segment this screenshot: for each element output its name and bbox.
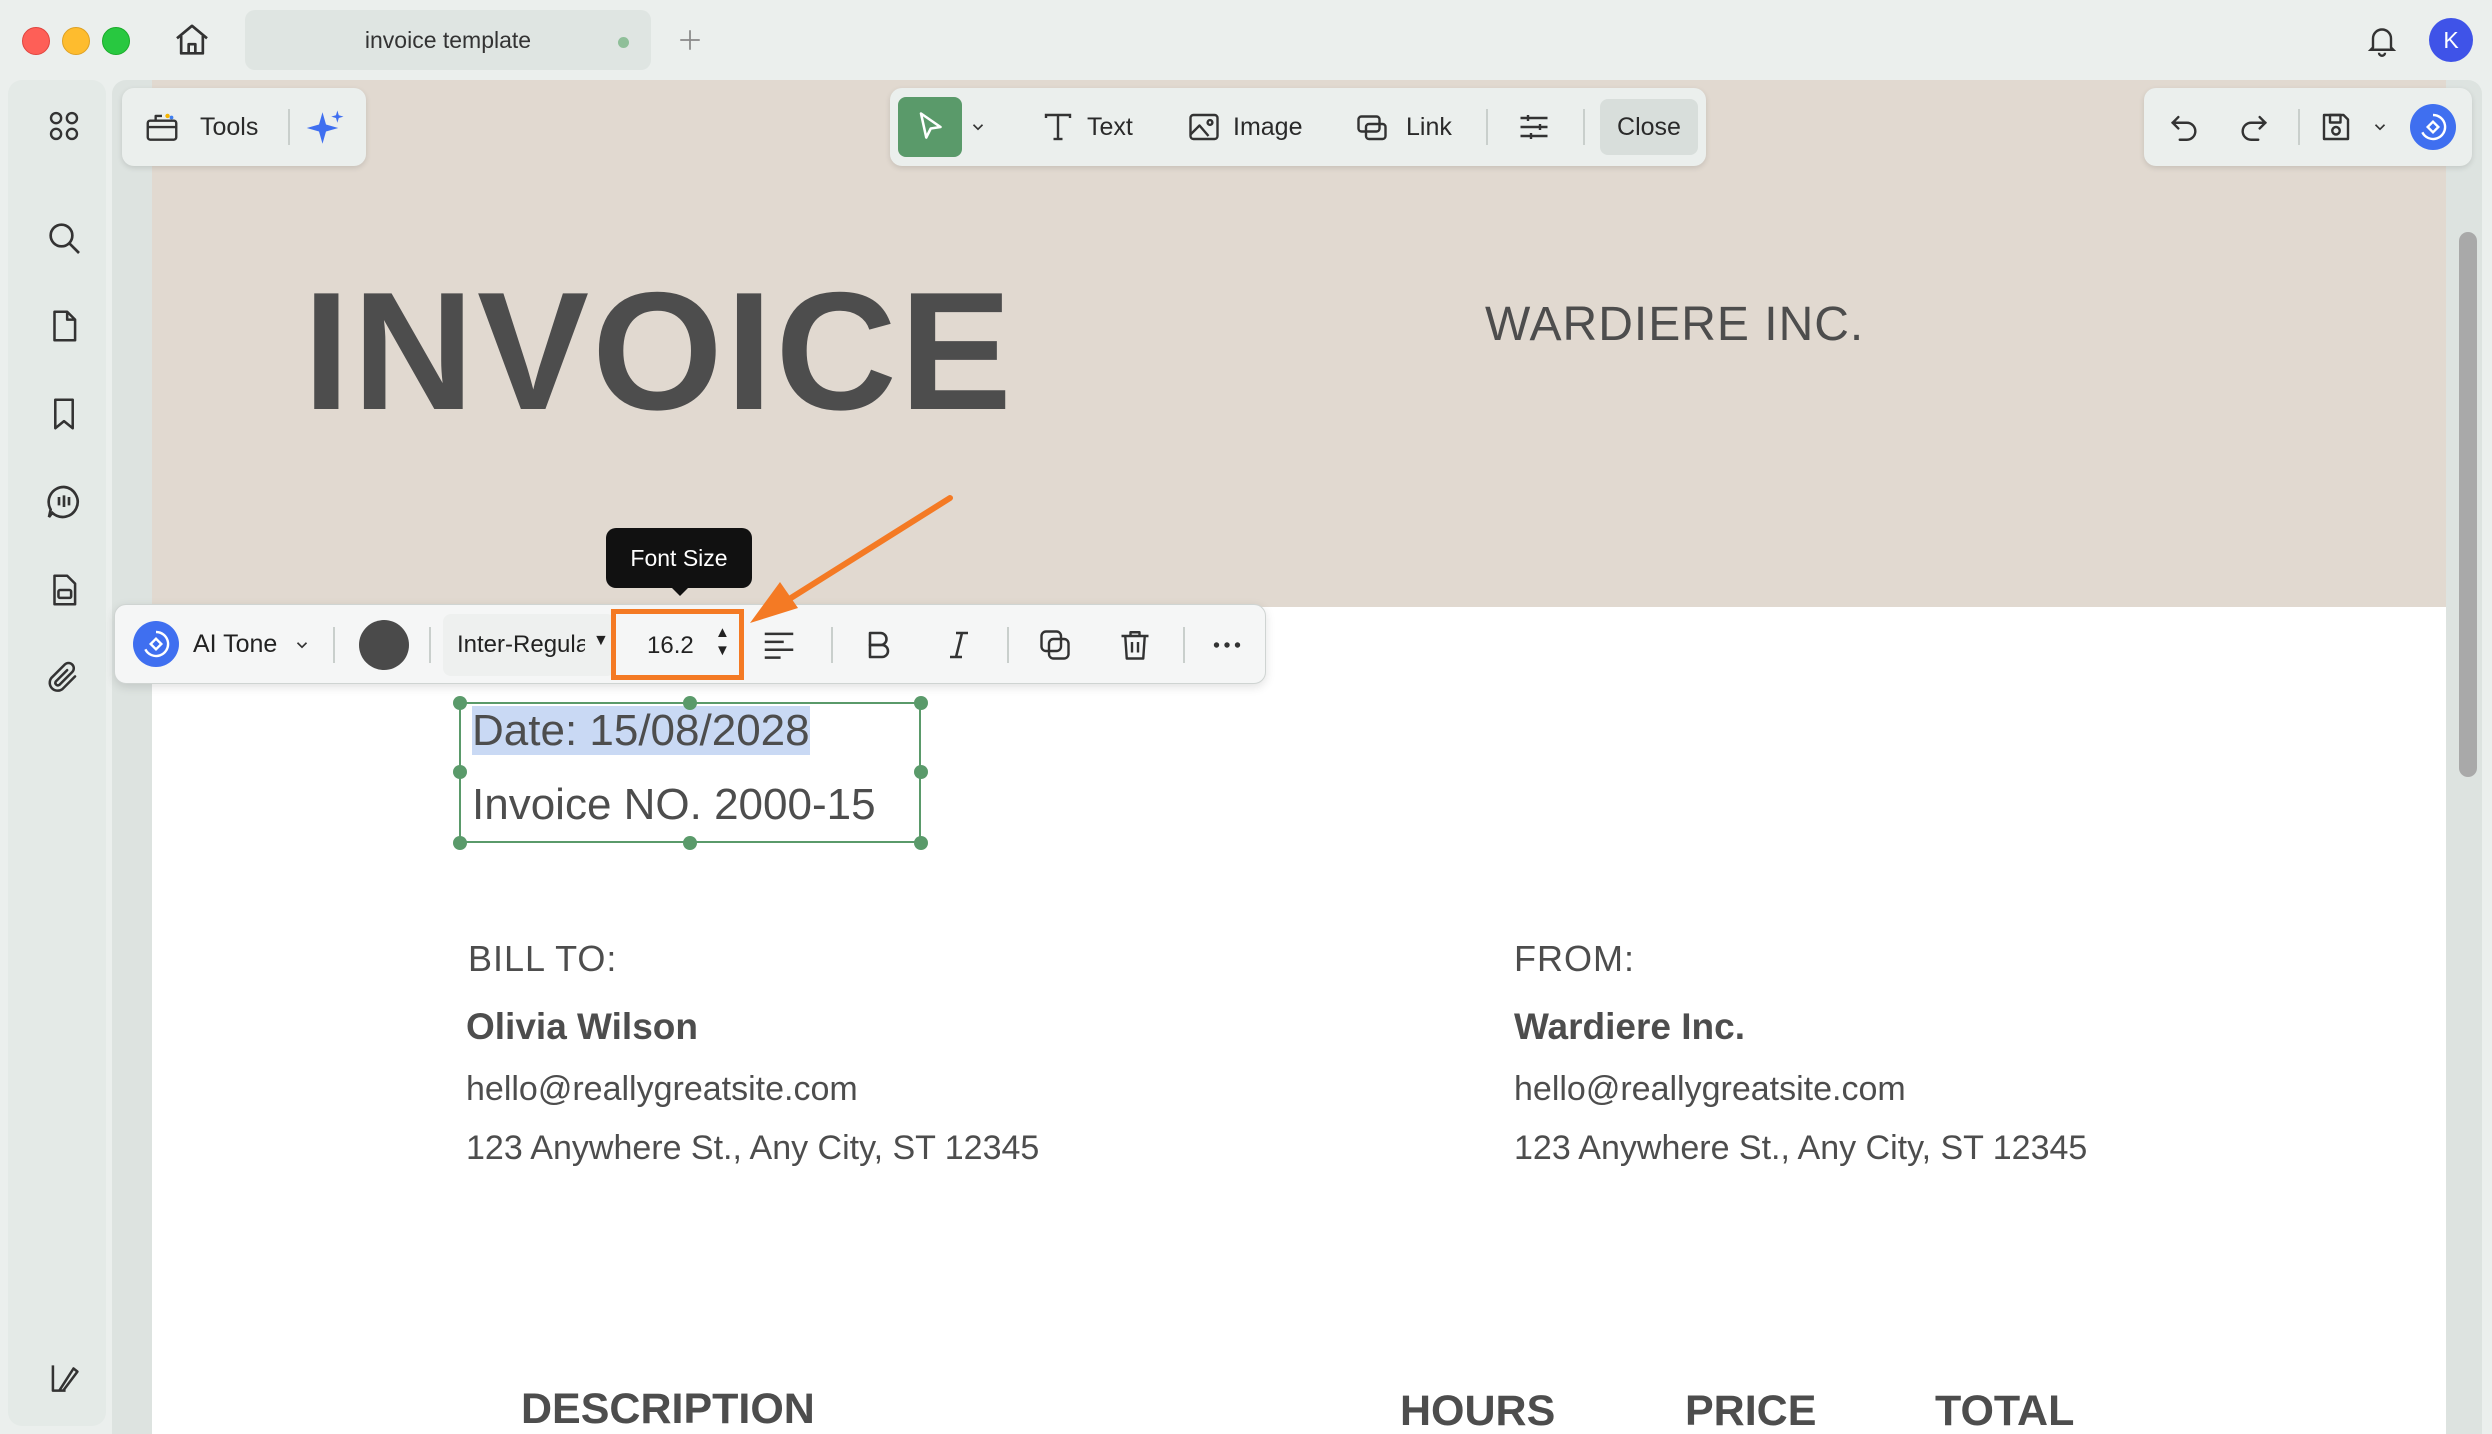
close-edit-button[interactable]: Close	[1600, 99, 1698, 155]
duplicate-icon[interactable]	[1033, 623, 1077, 667]
divider	[333, 627, 335, 663]
divider	[1583, 109, 1585, 145]
text-color-swatch[interactable]	[359, 620, 409, 670]
dropdown-arrow-icon: ▼	[593, 632, 609, 649]
annotation-arrow-icon	[750, 495, 953, 623]
text-tool-icon[interactable]	[1038, 107, 1078, 147]
search-icon[interactable]	[36, 210, 92, 266]
divider	[288, 109, 290, 145]
ai-sparkle-icon[interactable]	[303, 105, 349, 151]
window-minimize-button[interactable]	[62, 27, 90, 55]
resize-handle[interactable]	[914, 836, 928, 850]
company-heading[interactable]: WARDIERE INC.	[1485, 297, 1864, 352]
form-icon[interactable]	[36, 562, 92, 618]
chevron-down-icon[interactable]	[966, 115, 990, 139]
resize-handle[interactable]	[453, 836, 467, 850]
font-size-annotation-box	[611, 609, 744, 680]
resize-handle[interactable]	[683, 836, 697, 850]
ai-assistant-icon[interactable]	[2410, 104, 2456, 150]
divider	[1007, 627, 1009, 663]
vertical-scrollbar[interactable]	[2459, 232, 2477, 777]
chevron-down-icon[interactable]	[2368, 115, 2392, 139]
text-selection-box[interactable]	[459, 702, 921, 843]
tooltip-pointer	[670, 586, 690, 596]
sidebar-toggle-icon[interactable]	[36, 1350, 92, 1406]
table-header-description[interactable]: DESCRIPTION	[521, 1385, 815, 1434]
divider	[2298, 109, 2300, 145]
grid-icon[interactable]	[36, 98, 92, 154]
comment-icon[interactable]	[36, 474, 92, 530]
undo-icon[interactable]	[2164, 107, 2204, 147]
divider	[1486, 109, 1488, 145]
home-icon[interactable]	[170, 18, 214, 62]
table-header-total[interactable]: TOTAL	[1935, 1387, 2074, 1434]
edit-toolbar: Text Image Link Close	[890, 88, 1706, 166]
link-tool-icon[interactable]	[1352, 107, 1392, 147]
bookmark-icon[interactable]	[36, 386, 92, 442]
tools-panel: Tools	[122, 88, 366, 166]
save-icon[interactable]	[2316, 107, 2356, 147]
table-header-price[interactable]: PRICE	[1685, 1387, 1816, 1434]
divider	[831, 627, 833, 663]
tab-title: invoice template	[364, 26, 532, 53]
bill-to-name[interactable]: Olivia Wilson	[466, 1006, 698, 1048]
link-tool-label[interactable]: Link	[1406, 113, 1452, 142]
settings-sliders-icon[interactable]	[1514, 107, 1554, 147]
trash-icon[interactable]	[1113, 623, 1157, 667]
bill-to-address[interactable]: 123 Anywhere St., Any City, ST 12345	[466, 1129, 1039, 1168]
from-address[interactable]: 123 Anywhere St., Any City, ST 12345	[1514, 1129, 2087, 1168]
redo-icon[interactable]	[2234, 107, 2274, 147]
text-tool-label[interactable]: Text	[1087, 113, 1133, 142]
from-email[interactable]: hello@reallygreatsite.com	[1514, 1070, 1906, 1109]
table-header-hours[interactable]: HOURS	[1400, 1387, 1555, 1434]
invoice-title[interactable]: INVOICE	[303, 255, 1015, 448]
ai-tone-label[interactable]: AI Tone	[193, 630, 277, 659]
font-family-select[interactable]: Inter-Regular ▼	[443, 614, 615, 676]
chevron-down-icon[interactable]	[291, 634, 313, 656]
resize-handle[interactable]	[453, 765, 467, 779]
document-tab[interactable]: invoice template	[245, 10, 651, 70]
divider	[1183, 627, 1185, 663]
title-bar: invoice template K	[0, 0, 2492, 80]
bill-to-email[interactable]: hello@reallygreatsite.com	[466, 1070, 858, 1109]
tools-label[interactable]: Tools	[200, 113, 258, 142]
history-panel	[2144, 88, 2472, 166]
from-name[interactable]: Wardiere Inc.	[1514, 1006, 1745, 1048]
resize-handle[interactable]	[914, 696, 928, 710]
divider	[429, 627, 431, 663]
from-heading[interactable]: FROM:	[1514, 938, 1635, 980]
more-options-icon[interactable]	[1205, 623, 1249, 667]
resize-handle[interactable]	[453, 696, 467, 710]
ai-tone-icon[interactable]	[133, 621, 179, 667]
resize-handle[interactable]	[683, 696, 697, 710]
notification-bell-icon[interactable]	[2360, 18, 2404, 62]
select-tool-button[interactable]	[898, 97, 962, 157]
image-tool-label[interactable]: Image	[1233, 113, 1302, 142]
font-family-value: Inter-Regular	[457, 631, 585, 658]
attachment-icon[interactable]	[36, 650, 92, 706]
unsaved-dot-icon	[618, 37, 629, 48]
page-icon[interactable]	[36, 298, 92, 354]
user-avatar[interactable]: K	[2429, 18, 2473, 62]
new-tab-button[interactable]	[672, 22, 708, 58]
window-zoom-button[interactable]	[102, 27, 130, 55]
image-tool-icon[interactable]	[1184, 107, 1224, 147]
toolbox-icon[interactable]	[142, 107, 182, 147]
bill-to-heading[interactable]: BILL TO:	[468, 938, 617, 980]
window-close-button[interactable]	[22, 27, 50, 55]
left-sidebar	[8, 80, 106, 1426]
font-size-tooltip: Font Size	[606, 528, 752, 588]
resize-handle[interactable]	[914, 765, 928, 779]
